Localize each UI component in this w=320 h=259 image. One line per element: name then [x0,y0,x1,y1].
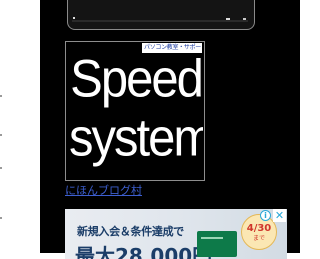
close-icon[interactable]: ✕ [273,209,286,222]
ad-amount: 最大28,000円 [75,244,213,259]
card-image [197,231,237,257]
edge-mark [0,134,2,136]
ad-date: 4/30 [246,223,272,234]
ad-date-badge: 4/30 まで [241,214,277,250]
edge-mark [0,95,2,97]
speed-system-banner: パソコン教室・サポート Speed system [67,43,203,179]
widget-track [72,20,248,22]
card-stripe [201,237,223,239]
banner-word-system: system [69,108,203,168]
info-icon[interactable]: i [260,210,271,221]
edge-mark [0,217,2,219]
widget-indicator [226,18,230,20]
embedded-widget[interactable] [67,0,255,30]
banner-word-speed: Speed [70,49,203,109]
widget-indicator [73,17,75,19]
ad-date-sub: まで [252,235,265,242]
left-margin [0,0,40,253]
speed-system-banner-link[interactable]: パソコン教室・サポート Speed system [65,41,205,181]
ad-banner[interactable]: 新規入会＆条件達成で 最大28,000円 4/30 まで i ✕ [65,209,287,259]
nihon-blog-mura-link[interactable]: にほんブログ村 [65,184,142,198]
ad-headline: 新規入会＆条件達成で [77,225,184,238]
widget-indicator [243,18,246,20]
edge-mark [0,167,2,169]
